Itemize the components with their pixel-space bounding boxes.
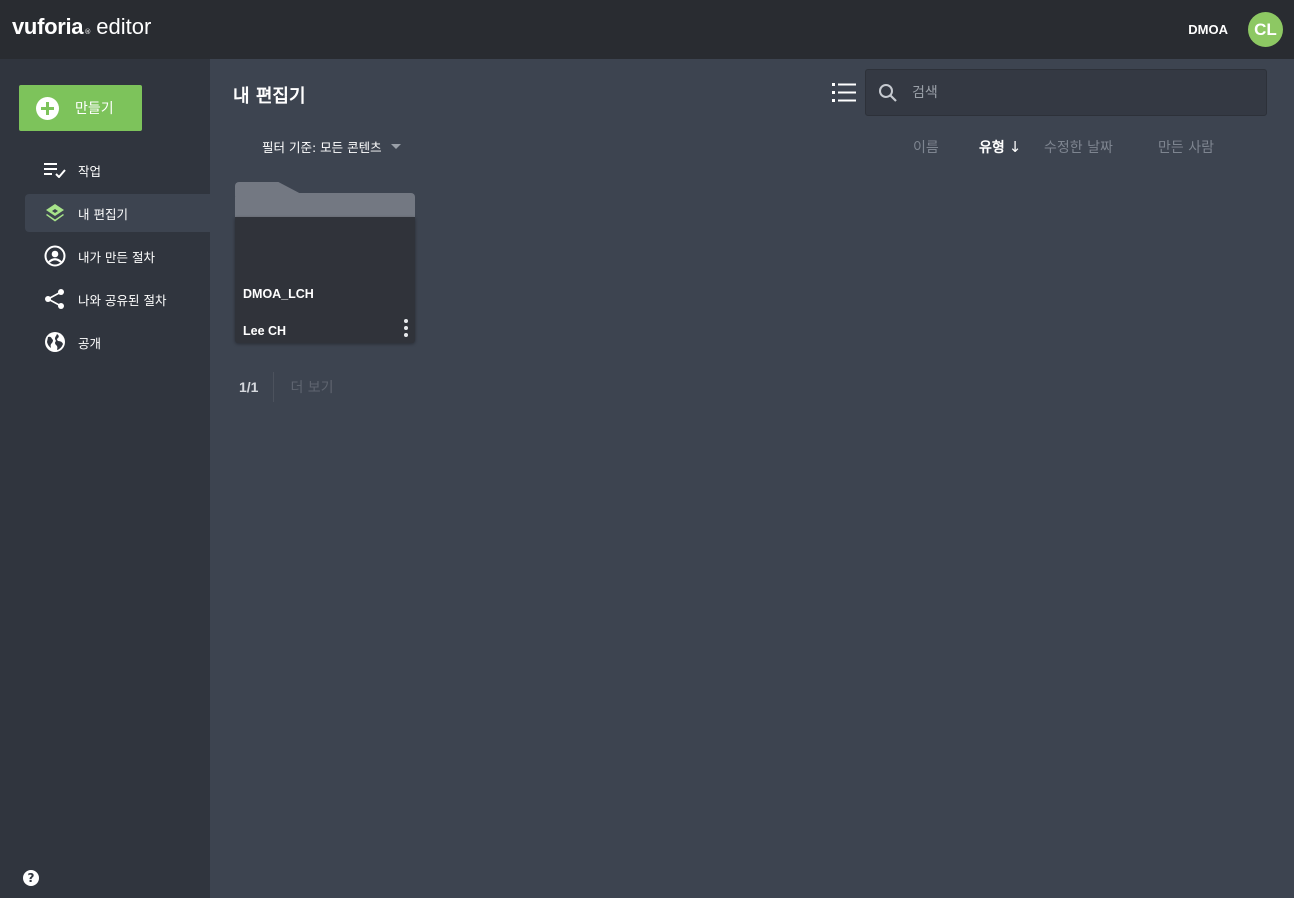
organization-name[interactable]: DMOA	[1188, 22, 1228, 37]
sidebar-item-tasks[interactable]: 작업	[25, 151, 210, 189]
logo-brand: vuforia	[12, 14, 84, 39]
create-button-label: 만들기	[75, 101, 114, 117]
help-icon[interactable]: ?	[23, 870, 39, 886]
sidebar-item-label: 내 편집기	[78, 206, 128, 222]
task-list-icon	[44, 159, 66, 181]
load-more-button[interactable]: 더 보기	[290, 377, 333, 397]
search-box	[865, 69, 1267, 116]
create-button[interactable]: 만들기	[19, 85, 142, 131]
logo-registered-mark: ®	[84, 28, 92, 36]
folder-header	[235, 193, 415, 217]
search-icon	[878, 83, 898, 103]
folder-card[interactable]: DMOA_LCH Lee CH	[235, 182, 415, 343]
user-circle-icon	[44, 245, 66, 267]
folder-owner: Lee CH	[243, 324, 287, 338]
list-view-icon[interactable]	[830, 80, 858, 106]
sidebar-item-label: 나와 공유된 절차	[78, 292, 167, 308]
sort-by-type[interactable]: 유형 ↓	[979, 137, 1021, 157]
divider	[273, 372, 275, 402]
share-icon	[44, 288, 66, 310]
sidebar-item-label: 작업	[78, 163, 102, 179]
vuforia-editor-logo[interactable]: vuforia ® editor	[12, 14, 151, 44]
globe-icon	[44, 331, 66, 353]
sidebar-item-label: 공개	[78, 335, 102, 351]
top-bar: vuforia ® editor DMOA CL	[0, 0, 1294, 59]
layers-icon	[44, 202, 66, 224]
logo-product: editor	[96, 14, 152, 39]
sidebar-item-public[interactable]: 공개	[25, 323, 210, 361]
sidebar: 만들기 작업 내 편집기 내가 만든 절차 나와 공유된 절차 공개 ?	[0, 59, 210, 898]
filter-dropdown[interactable]: 필터 기준: 모든 콘텐츠	[262, 137, 401, 156]
sidebar-item-label: 내가 만든 절차	[78, 249, 155, 265]
sidebar-item-my-procedures[interactable]: 내가 만든 절차	[25, 237, 210, 275]
filter-label: 필터 기준: 모든 콘텐츠	[262, 140, 382, 155]
folder-name: DMOA_LCH	[243, 287, 314, 301]
sidebar-item-my-editor[interactable]: 내 편집기	[25, 194, 210, 232]
sort-by-creator[interactable]: 만든 사람	[1158, 137, 1214, 157]
sidebar-item-shared[interactable]: 나와 공유된 절차	[25, 280, 210, 318]
search-input[interactable]	[912, 84, 1242, 101]
sort-by-name[interactable]: 이름	[913, 137, 939, 157]
page-title: 내 편집기	[233, 86, 306, 107]
plus-circle-icon	[36, 96, 59, 120]
pagination: 1/1 더 보기	[239, 372, 334, 402]
sort-type-label: 유형	[979, 140, 1005, 156]
sort-by-modified-date[interactable]: 수정한 날짜	[1044, 137, 1113, 157]
user-avatar[interactable]: CL	[1248, 12, 1283, 47]
page-count: 1/1	[239, 379, 259, 395]
sidebar-nav: 작업 내 편집기 내가 만든 절차 나와 공유된 절차 공개	[25, 151, 210, 366]
arrow-down-icon: ↓	[1008, 138, 1022, 156]
caret-down-icon	[390, 144, 401, 149]
more-vertical-icon[interactable]	[402, 319, 410, 337]
